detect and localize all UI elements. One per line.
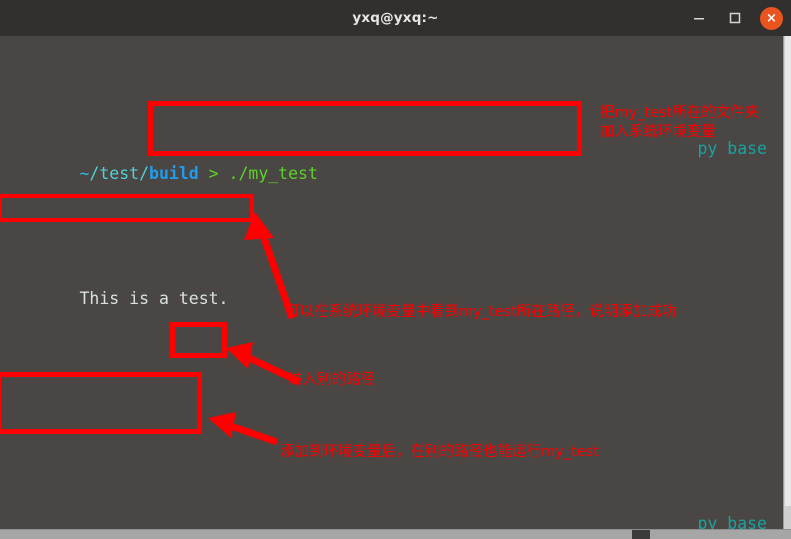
- prompt-tilde: ~: [79, 164, 90, 183]
- titlebar: yxq@yxq:~ ×: [0, 0, 791, 36]
- prompt-path: /test/: [89, 164, 150, 183]
- terminal-text: ~/test/build > ./my_test py base This is…: [0, 36, 783, 529]
- maximize-icon: [729, 12, 741, 24]
- minimize-icon: [694, 18, 704, 20]
- minimize-button[interactable]: [688, 7, 710, 29]
- output-text: This is a test.: [79, 289, 229, 308]
- vertical-scrollbar-thumb[interactable]: [785, 36, 791, 506]
- horizontal-scrollbar-thumb[interactable]: [632, 530, 650, 539]
- terminal-line: ~/test/build > export PATH=~/test/build:…: [0, 511, 783, 529]
- terminal-line: This is a test.: [0, 261, 783, 308]
- terminal-body[interactable]: ~/test/build > ./my_test py base This is…: [0, 36, 783, 529]
- close-icon: ×: [766, 10, 777, 26]
- command-text: ./my_test: [228, 164, 318, 183]
- prompt-dir: build: [149, 164, 199, 183]
- window-controls: ×: [688, 0, 783, 36]
- terminal-line: ~/test/build > ./my_test py base: [0, 136, 783, 183]
- status-py-base: py base: [697, 514, 767, 529]
- prompt-arrow: >: [208, 164, 219, 183]
- maximize-button[interactable]: [724, 7, 746, 29]
- terminal-window: yxq@yxq:~ × ~/test/build > ./my_test py …: [0, 0, 791, 539]
- vertical-scrollbar[interactable]: [783, 36, 791, 529]
- status-py-base: py base: [697, 139, 767, 158]
- close-button[interactable]: ×: [760, 6, 783, 30]
- horizontal-scrollbar[interactable]: [0, 529, 791, 539]
- window-title: yxq@yxq:~: [352, 10, 439, 26]
